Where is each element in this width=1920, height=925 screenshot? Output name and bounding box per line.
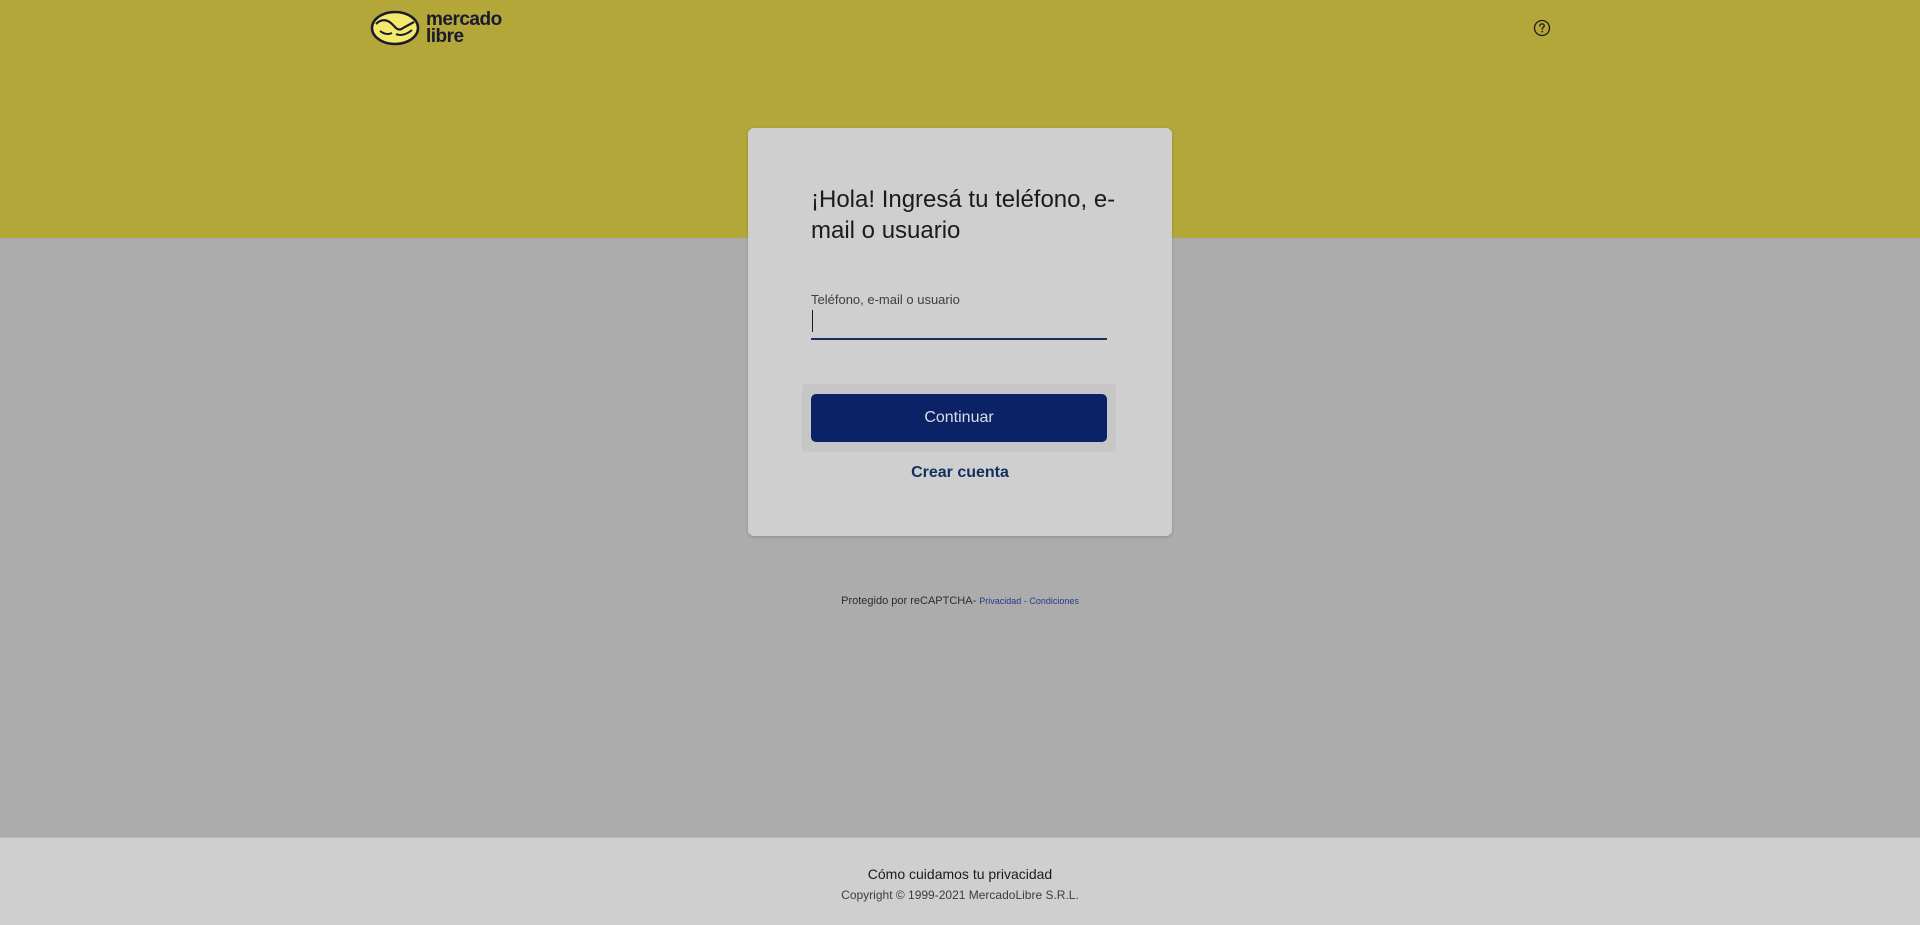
create-account-link[interactable]: Crear cuenta: [748, 464, 1172, 482]
mercadolibre-logo[interactable]: mercado libre: [370, 10, 502, 46]
identifier-field-label: Teléfono, e-mail o usuario: [811, 292, 960, 307]
logo-text: mercado libre: [426, 10, 502, 47]
copyright-text: Copyright © 1999-2021 MercadoLibre S.R.L…: [841, 888, 1079, 902]
recaptcha-notice: Protegido por reCAPTCHA- Privacidad - Co…: [0, 595, 1920, 607]
recaptcha-text: Protegido por reCAPTCHA-: [841, 595, 977, 607]
question-circle-icon[interactable]: [1533, 19, 1551, 37]
privacy-policy-link[interactable]: Cómo cuidamos tu privacidad: [868, 866, 1052, 882]
recaptcha-privacy-link[interactable]: Privacidad: [979, 596, 1021, 606]
footer: Cómo cuidamos tu privacidad Copyright © …: [0, 837, 1920, 925]
login-title: ¡Hola! Ingresá tu teléfono, e-mail o usu…: [811, 186, 1116, 244]
text-caret: [812, 310, 813, 332]
recaptcha-terms-link[interactable]: Condiciones: [1029, 596, 1079, 606]
logo-text-line2: libre: [426, 26, 464, 47]
handshake-logo-icon: [370, 10, 420, 46]
login-page: mercado libre ¡Hola! Ingresá tu teléfono…: [0, 0, 1920, 925]
identifier-input[interactable]: [811, 306, 1107, 340]
login-card: ¡Hola! Ingresá tu teléfono, e-mail o usu…: [748, 128, 1172, 536]
footer-privacy: Cómo cuidamos tu privacidad: [0, 866, 1920, 882]
continue-button[interactable]: Continuar: [811, 394, 1107, 442]
